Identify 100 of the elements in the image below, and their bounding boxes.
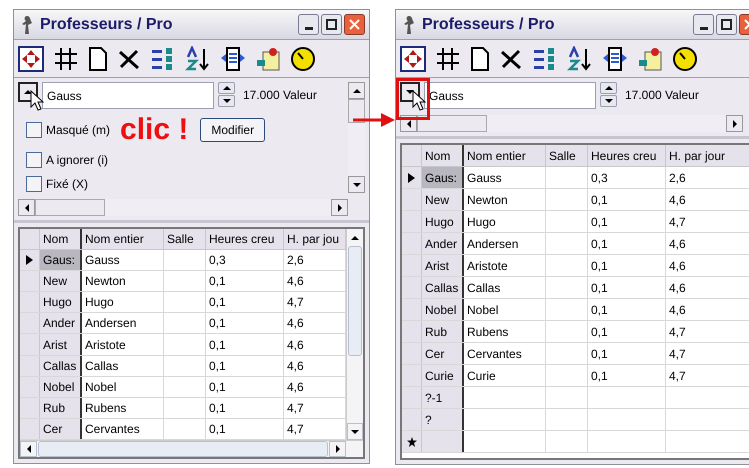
table-cell: 0,1 (206, 356, 284, 376)
table-cell: 4,6 (666, 277, 749, 298)
table-cell: Callas (464, 277, 546, 298)
table-cell: 0,3 (206, 250, 284, 270)
modifier-button[interactable]: Modifier (200, 118, 266, 142)
close-button[interactable] (344, 14, 365, 35)
table-cell: 0,1 (206, 292, 284, 312)
name-field[interactable]: Gauss (42, 82, 214, 109)
table-cell: Gaus: (40, 250, 82, 270)
scroll-left-icon (404, 120, 412, 128)
table-cell: 0,1 (588, 211, 666, 232)
column-header[interactable]: Nom entier (464, 145, 546, 166)
scroll-thumb[interactable] (348, 246, 362, 356)
scroll-left-icon (22, 204, 30, 212)
maximize-button[interactable] (321, 14, 342, 35)
scroll-left-icon (24, 445, 32, 453)
scroll-thumb[interactable] (38, 441, 328, 457)
clock-icon[interactable] (290, 46, 316, 72)
table-cell: Cer (40, 418, 82, 439)
table-cell: Hugo (82, 292, 164, 312)
pushpin-map-icon[interactable] (637, 46, 663, 72)
sort-icon[interactable] (567, 46, 593, 72)
minimize-button[interactable] (298, 14, 319, 35)
pushpin-map-icon[interactable] (255, 46, 281, 72)
spin-up-button[interactable] (218, 82, 235, 94)
scroll-thumb[interactable] (348, 99, 365, 123)
minimize-icon (304, 27, 312, 30)
table-cell: Nobel (464, 299, 546, 320)
table-cell: Rub (422, 321, 464, 342)
table-cell: Nobel (422, 299, 464, 320)
move-arrows-icon[interactable] (18, 46, 44, 72)
arrow-drawing (353, 113, 395, 127)
new-row-icon (406, 436, 416, 446)
table-cell: 0,1 (206, 418, 284, 439)
checkbox[interactable] (26, 176, 42, 192)
scroll-right-icon (334, 445, 342, 453)
spin-down-button[interactable] (218, 95, 235, 107)
checkbox-label: A ignorer (i) (46, 152, 108, 169)
column-header[interactable]: H. par jour (666, 145, 749, 166)
table-cell: 0,1 (588, 321, 666, 342)
row-header[interactable] (402, 167, 422, 188)
table-cell: 0,1 (588, 343, 666, 364)
table-cell: Hugo (422, 211, 464, 232)
table-cell: ? (422, 409, 464, 430)
column-header[interactable]: Heures creu (588, 145, 666, 166)
column-header[interactable]: Salle (164, 229, 206, 250)
spin-down-button[interactable] (600, 95, 617, 107)
column-header[interactable]: Nom entier (82, 229, 164, 250)
horizontal-scrollbar[interactable] (18, 199, 348, 216)
table-cell: Cervantes (464, 343, 546, 364)
click-annotation-text: clic ! (120, 115, 188, 145)
new-page-icon[interactable] (88, 46, 108, 72)
checkbox-label: Masqué (m) (46, 122, 110, 139)
column-header[interactable]: Salle (546, 145, 588, 166)
table-cell: Cer (422, 343, 464, 364)
table-cell: Curie (422, 365, 464, 386)
row-header[interactable] (402, 431, 422, 452)
table-cell: 4,7 (666, 211, 749, 232)
table-cell: Gauss (82, 250, 164, 270)
vertical-scrollbar[interactable] (346, 229, 363, 440)
table-cell: New (422, 189, 464, 210)
table-cell: Nobel (82, 376, 164, 397)
clock-icon[interactable] (672, 46, 698, 72)
scroll-thumb[interactable] (417, 115, 487, 132)
table-cell: Hugo (40, 292, 82, 312)
horizontal-scrollbar[interactable] (400, 115, 743, 132)
horizontal-scrollbar[interactable] (20, 440, 363, 457)
scroll-down-icon (351, 428, 359, 436)
table-cell: 4,6 (666, 233, 749, 254)
name-field[interactable]: Gauss (424, 82, 596, 109)
window-title: Professeurs / Pro (422, 14, 554, 34)
grid-icon[interactable] (53, 46, 79, 72)
minimize-button[interactable] (693, 14, 714, 35)
table-cell: Hugo (464, 211, 546, 232)
table-cell: Cervantes (82, 418, 164, 439)
caret-down-icon (406, 88, 414, 96)
table-cell: 0,1 (206, 271, 284, 292)
table-cell: 0,1 (588, 255, 666, 276)
mouse-pointer-icon (30, 90, 44, 112)
sort-icon[interactable] (185, 46, 211, 72)
table-cell: Andersen (464, 233, 546, 254)
grid-icon[interactable] (435, 46, 461, 72)
table-cell: Ander (422, 233, 464, 254)
table-cell: 0,3 (588, 167, 666, 188)
move-arrows-icon[interactable] (400, 46, 426, 72)
row-header[interactable] (20, 250, 40, 270)
column-width-icon[interactable] (220, 46, 246, 72)
scroll-thumb[interactable] (35, 199, 105, 216)
table-cell: 0,1 (588, 277, 666, 298)
table-cell: 0,1 (588, 233, 666, 254)
checkbox[interactable] (26, 152, 42, 168)
checkbox[interactable] (26, 122, 42, 138)
new-page-icon[interactable] (470, 46, 490, 72)
spin-up-button[interactable] (600, 82, 617, 94)
maximize-button[interactable] (716, 14, 737, 35)
caret-up-icon (222, 84, 230, 92)
column-header[interactable]: Heures creu (206, 229, 284, 250)
column-width-icon[interactable] (602, 46, 628, 72)
vertical-scrollbar[interactable] (348, 82, 365, 193)
table-cell: ?-1 (422, 387, 464, 408)
